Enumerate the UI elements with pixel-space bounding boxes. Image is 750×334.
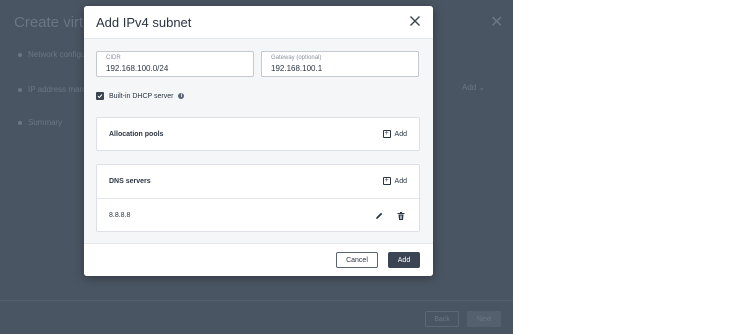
- pencil-icon[interactable]: [374, 211, 384, 221]
- allocation-pools-title: Allocation pools: [109, 131, 164, 138]
- background-add-dropdown: Add ⌄: [462, 83, 486, 92]
- dns-servers-add-label: Add: [394, 177, 407, 185]
- dns-servers-add-button[interactable]: + Add: [382, 177, 407, 185]
- dialog-header: Add IPv4 subnet: [84, 6, 433, 38]
- screen: Create virtual ✕ Network configuration I…: [0, 0, 750, 334]
- info-icon[interactable]: i: [178, 93, 185, 99]
- dns-server-entry: 8.8.8.8: [109, 212, 131, 219]
- step-dot-icon: [18, 52, 22, 57]
- allocation-pools-add-button[interactable]: + Add: [382, 130, 407, 138]
- background-step-label: Summary: [28, 118, 63, 127]
- step-dot-icon: [18, 120, 22, 125]
- allocation-pools-card: Allocation pools + Add: [96, 117, 420, 151]
- dhcp-label: Built-in DHCP server: [109, 92, 174, 100]
- background-step: Summary: [18, 118, 62, 127]
- gateway-label: Gateway (optional): [271, 55, 322, 61]
- background-next-button: Next: [467, 311, 501, 327]
- background-back-button: Back: [425, 311, 459, 327]
- dhcp-row: Built-in DHCP server i: [96, 92, 185, 100]
- cidr-label: CIDR: [106, 55, 121, 61]
- trash-icon[interactable]: [396, 211, 406, 221]
- background-divider: [0, 300, 513, 301]
- dns-servers-card: DNS servers + Add 8.8.8.8: [96, 164, 420, 232]
- dialog-footer: Cancel Add: [84, 244, 433, 276]
- close-icon[interactable]: [407, 13, 423, 29]
- add-button[interactable]: Add: [388, 252, 420, 268]
- dialog-body: CIDR Gateway (optional) Built-in DHCP se…: [84, 38, 433, 244]
- cancel-button[interactable]: Cancel: [336, 252, 378, 268]
- cidr-field[interactable]: CIDR: [96, 51, 254, 77]
- allocation-pools-add-label: Add: [394, 130, 407, 138]
- gateway-input[interactable]: [271, 64, 411, 73]
- step-dot-icon: [18, 87, 22, 92]
- background-close-icon: ✕: [490, 14, 504, 31]
- dns-servers-title: DNS servers: [109, 178, 151, 185]
- plus-box-icon: +: [382, 177, 391, 185]
- dialog-title: Add IPv4 subnet: [96, 15, 192, 30]
- gateway-field[interactable]: Gateway (optional): [261, 51, 419, 77]
- card-divider: [97, 198, 419, 199]
- add-ipv4-subnet-dialog: Add IPv4 subnet CIDR Gateway (optional) …: [84, 6, 433, 276]
- plus-box-icon: +: [382, 130, 391, 138]
- background-add-label: Add: [462, 83, 477, 92]
- checkbox-checked-icon[interactable]: [96, 92, 104, 100]
- cidr-input[interactable]: [106, 64, 246, 73]
